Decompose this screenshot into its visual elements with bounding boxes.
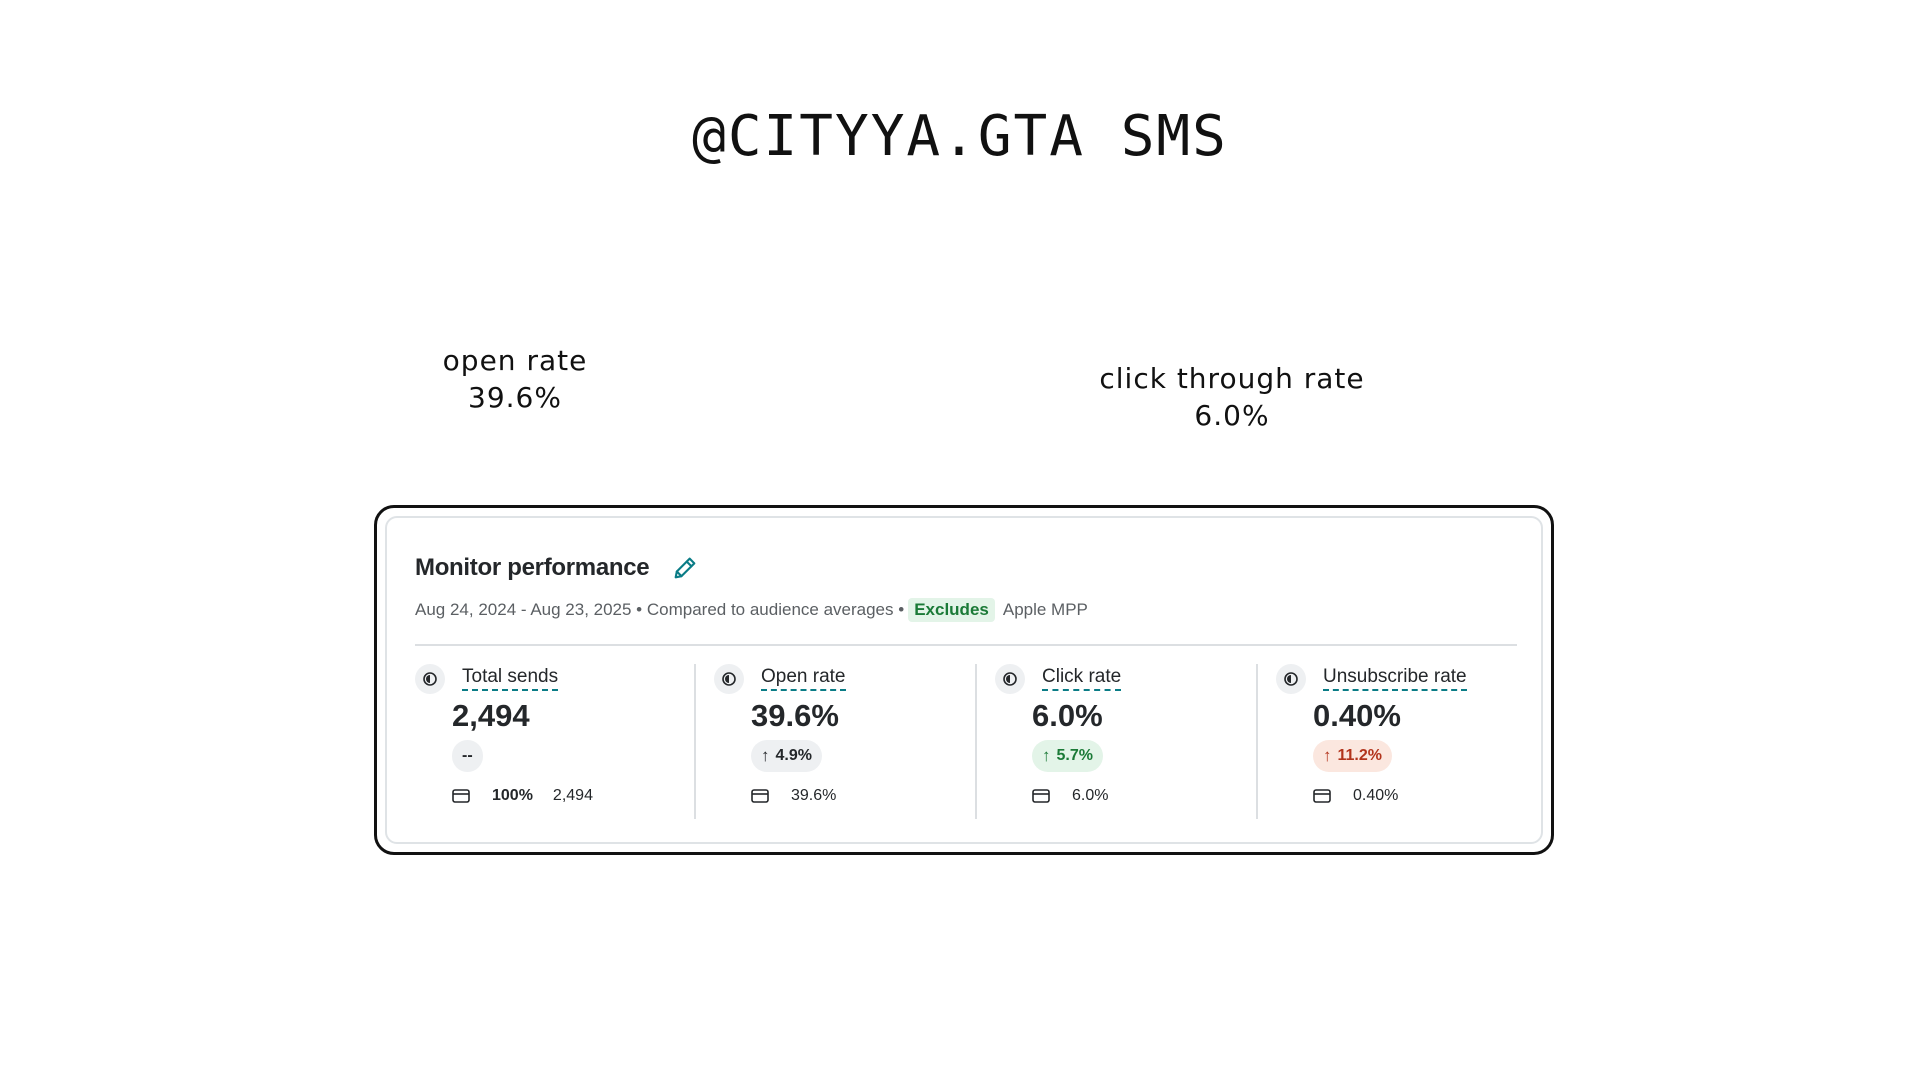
metric-value: 0.40%: [1313, 698, 1401, 733]
change-badge: ↑ 11.2%: [1313, 740, 1392, 772]
arrow-up-icon: ↑: [1042, 746, 1051, 765]
detail-value: 2,494: [552, 787, 593, 804]
metrics-row: Total sends 2,494 -- 100% 2,494 Open rat…: [415, 664, 1537, 819]
subtitle-text: Aug 24, 2024 - Aug 23, 2025 • Compared t…: [415, 600, 905, 619]
arrow-up-icon: ↑: [761, 746, 770, 765]
arrow-up-icon: ↑: [1323, 746, 1332, 765]
change-value: 11.2%: [1337, 747, 1382, 764]
envelope-icon: [751, 789, 769, 803]
detail-row: 39.6%: [751, 787, 836, 805]
metric-label[interactable]: Unsubscribe rate: [1323, 666, 1467, 691]
metric-value: 39.6%: [751, 698, 839, 733]
change-badge: ↑ 5.7%: [1032, 740, 1103, 772]
change-badge: --: [452, 740, 483, 772]
mailchimp-icon: [1276, 664, 1306, 694]
detail-value: 0.40%: [1353, 787, 1399, 804]
change-value: 4.9%: [775, 747, 812, 764]
metric-value: 2,494: [452, 698, 530, 733]
pencil-icon[interactable]: [671, 554, 699, 582]
metric-unsubscribe-rate: Unsubscribe rate 0.40% ↑ 11.2% 0.40%: [1256, 664, 1537, 819]
excludes-target: Apple MPP: [1002, 600, 1088, 619]
envelope-icon: [1032, 789, 1050, 803]
monitor-performance-card: Monitor performance Aug 24, 2024 - Aug 2…: [385, 516, 1543, 844]
mailchimp-icon: [415, 664, 445, 694]
mailchimp-icon: [995, 664, 1025, 694]
detail-percent: 100%: [492, 787, 533, 804]
envelope-icon: [1313, 789, 1331, 803]
metric-open-rate: Open rate 39.6% ↑ 4.9% 39.6%: [694, 664, 975, 819]
screenshot-frame: Monitor performance Aug 24, 2024 - Aug 2…: [374, 505, 1554, 855]
open-rate-callout-value: 39.6%: [468, 381, 562, 414]
detail-row: 6.0%: [1032, 787, 1108, 805]
detail-row: 0.40%: [1313, 787, 1398, 805]
change-badge: ↑ 4.9%: [751, 740, 822, 772]
change-value: --: [462, 747, 473, 764]
divider: [415, 644, 1517, 646]
click-rate-callout-label: click through rate: [1099, 362, 1365, 395]
date-range-subtitle: Aug 24, 2024 - Aug 23, 2025 • Compared t…: [415, 598, 1088, 622]
click-rate-callout: click through rate 6.0%: [1082, 360, 1382, 434]
detail-row: 100% 2,494: [452, 787, 593, 805]
page-title: @CITYYA.GTA SMS: [692, 104, 1228, 169]
metric-label[interactable]: Total sends: [462, 666, 559, 691]
detail-value: 39.6%: [791, 787, 837, 804]
open-rate-callout-label: open rate: [442, 344, 588, 377]
metric-total-sends: Total sends 2,494 -- 100% 2,494: [415, 664, 694, 819]
click-rate-callout-value: 6.0%: [1194, 399, 1270, 432]
metric-label[interactable]: Click rate: [1042, 666, 1122, 691]
metric-value: 6.0%: [1032, 698, 1103, 733]
change-value: 5.7%: [1056, 747, 1093, 764]
mailchimp-icon: [714, 664, 744, 694]
envelope-icon: [452, 789, 470, 803]
card-header: Monitor performance: [415, 554, 699, 582]
metric-click-rate: Click rate 6.0% ↑ 5.7% 6.0%: [975, 664, 1256, 819]
metric-label[interactable]: Open rate: [761, 666, 846, 691]
detail-value: 6.0%: [1072, 787, 1109, 804]
excludes-badge: Excludes: [908, 598, 995, 622]
open-rate-callout: open rate 39.6%: [400, 342, 630, 416]
card-title: Monitor performance: [415, 554, 650, 581]
